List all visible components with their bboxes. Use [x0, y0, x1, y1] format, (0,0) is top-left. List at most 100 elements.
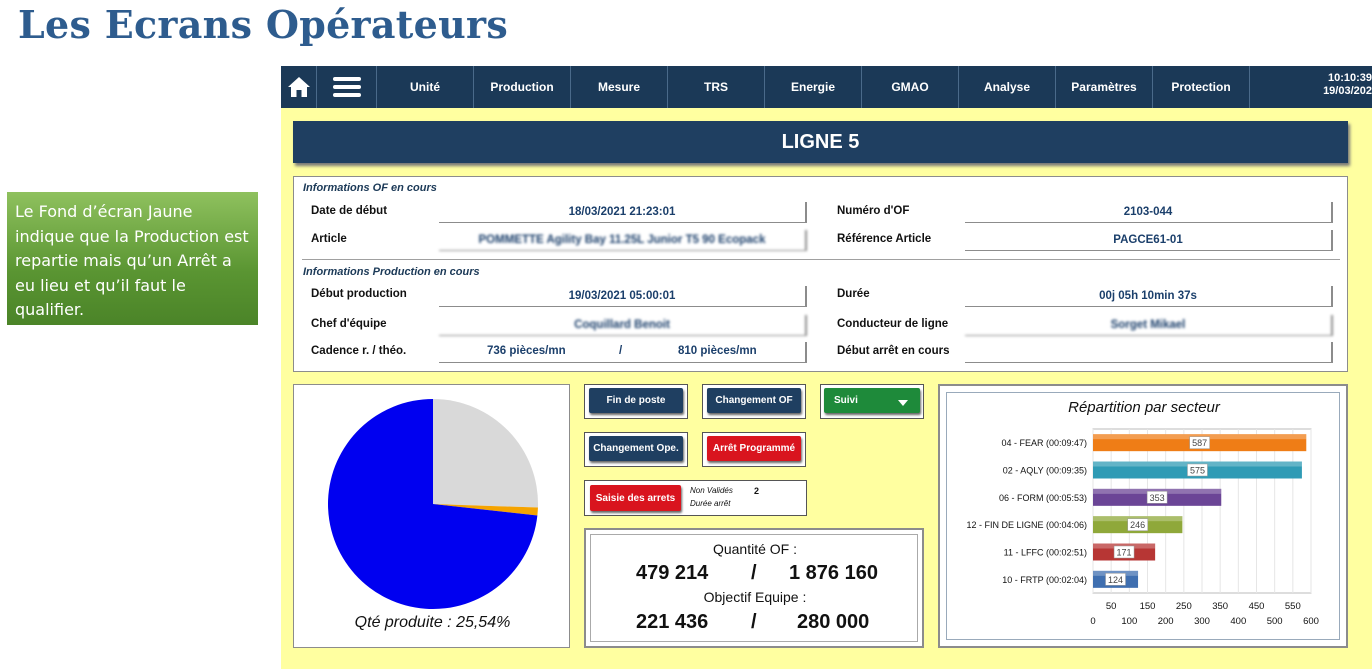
duree-label: Durée: [837, 288, 870, 300]
date-debut-label: Date de début: [311, 205, 388, 217]
ref-article-label: Référence Article: [837, 233, 932, 245]
debut-prod-label: Début production: [311, 288, 407, 300]
debut-arret-value: [965, 342, 1333, 363]
prod-section-title: Informations Production en cours: [303, 266, 480, 278]
data-label: 353: [1150, 493, 1165, 503]
sector-bar-chart: 04 - FEAR (00:09:47) 587 02 - AQLY (00:09:…: [966, 428, 1319, 627]
x-tick-label: 0: [1090, 616, 1095, 627]
tab-mesure[interactable]: Mesure: [571, 66, 668, 108]
tab-unite[interactable]: Unité: [377, 66, 474, 108]
slide-title: Les Ecrans Opérateurs: [18, 2, 509, 47]
duree-arret-label: Durée arrêt: [690, 499, 731, 508]
chef-equipe-value: Coquillard Benoit: [439, 315, 807, 336]
arret-programme-button[interactable]: Arrêt Programmé: [707, 436, 801, 461]
cadence-reelle: 736 pièces/mn: [487, 345, 566, 357]
x-tick-label: 100: [1121, 616, 1137, 627]
operator-screen: Unité Production Mesure TRS Energie GMAO…: [281, 66, 1372, 669]
cadence-label: Cadence r. / théo.: [311, 345, 407, 357]
tab-production[interactable]: Production: [474, 66, 571, 108]
changement-of-button[interactable]: Changement OF: [707, 388, 801, 413]
data-label: 246: [1130, 520, 1145, 530]
clock: 10:10:39 19/03/202: [1250, 66, 1372, 108]
category-label: 04 - FEAR (00:09:47): [1001, 438, 1087, 448]
hamburger-menu-icon: [332, 77, 361, 97]
cadence-separator: /: [619, 345, 623, 357]
sector-chart-inner: Répartition par secteur 04 - FEAR (00:09…: [946, 392, 1340, 640]
debut-arret-label: Début arrêt en cours: [837, 345, 950, 357]
non-valides-count: 2: [754, 486, 760, 496]
x-tick-label: 250: [1176, 601, 1192, 612]
data-label: 124: [1108, 575, 1123, 585]
objectif-total: 280 000: [797, 611, 870, 633]
fin-de-poste-button[interactable]: Fin de poste: [589, 388, 683, 413]
tab-trs[interactable]: TRS: [668, 66, 765, 108]
pie-caption: Qté produite : 25,54%: [354, 614, 511, 631]
quantite-of-separator: /: [751, 562, 757, 584]
numero-of-label: Numéro d'OF: [837, 205, 910, 217]
duree-value: 00j 05h 10min 37s: [965, 286, 1333, 307]
saisie-arrets-button[interactable]: Saisie des arrets: [590, 485, 681, 511]
conducteur-label: Conducteur de ligne: [837, 318, 949, 330]
info-panel: Informations OF en cours Date de début 1…: [293, 176, 1348, 372]
category-label: 10 - FRTP (00:02:04): [1002, 575, 1087, 585]
quantity-inner: Quantité OF : 479 214 / 1 876 160 Object…: [590, 534, 918, 642]
x-tick-label: 300: [1194, 616, 1210, 627]
home-button[interactable]: [281, 66, 317, 108]
article-label: Article: [311, 233, 347, 245]
x-tick-label: 550: [1285, 601, 1301, 612]
caret-down-icon: [898, 400, 908, 406]
ref-article-value: PAGCE61-01: [965, 230, 1333, 251]
quantite-of-label: Quantité OF :: [712, 541, 798, 557]
quantite-of-done: 479 214: [636, 562, 709, 584]
home-icon: [287, 77, 310, 97]
section-divider: [302, 259, 1340, 260]
x-tick-label: 200: [1158, 616, 1174, 627]
quantity-panel: Quantité OF : 479 214 / 1 876 160 Object…: [584, 528, 924, 648]
objectif-equipe-label: Objectif Equipe :: [703, 589, 807, 605]
non-valides-label: Non Validés: [690, 486, 733, 495]
tab-protection[interactable]: Protection: [1153, 66, 1250, 108]
category-label: 11 - LFFC (00:02:51): [1004, 548, 1087, 558]
date-debut-value: 18/03/2021 21:23:01: [439, 202, 807, 223]
objectif-done: 221 436: [636, 611, 709, 633]
suivi-dropdown-button[interactable]: Suivi: [824, 388, 920, 413]
x-tick-label: 400: [1230, 616, 1246, 627]
category-label: 02 - AQLY (00:09:35): [1003, 466, 1087, 476]
tab-parametres[interactable]: Paramètres: [1056, 66, 1153, 108]
x-tick-label: 150: [1140, 601, 1156, 612]
saisie-arrets-box: Saisie des arrets Non Validés 2 Durée ar…: [584, 480, 807, 516]
debut-prod-value: 19/03/2021 05:00:01: [439, 286, 807, 307]
data-label: 587: [1192, 438, 1207, 448]
category-label: 12 - FIN DE LIGNE (00:04:06): [966, 520, 1087, 530]
of-section-title: Informations OF en cours: [303, 182, 437, 194]
production-pie-panel: Qté produite : 25,54%: [293, 384, 570, 648]
line-title-banner: LIGNE 5: [293, 121, 1348, 163]
objectif-separator: /: [751, 611, 757, 633]
pie-slice-produit: [433, 399, 538, 508]
tab-energie[interactable]: Energie: [765, 66, 862, 108]
data-label: 575: [1190, 466, 1205, 476]
chef-equipe-label: Chef d'équipe: [311, 318, 387, 330]
sector-chart-panel: Répartition par secteur 04 - FEAR (00:09…: [938, 384, 1348, 648]
top-nav-bar: Unité Production Mesure TRS Energie GMAO…: [281, 66, 1372, 108]
x-tick-label: 350: [1212, 601, 1228, 612]
quantite-of-total: 1 876 160: [789, 562, 878, 584]
category-label: 06 - FORM (00:05:53): [999, 493, 1087, 503]
changement-ope-button[interactable]: Changement Ope.: [589, 436, 683, 461]
tab-analyse[interactable]: Analyse: [959, 66, 1056, 108]
x-tick-label: 450: [1249, 601, 1265, 612]
suivi-label: Suivi: [834, 395, 858, 406]
callout-note: Le Fond d’écran Jaune indique que la Pro…: [7, 192, 258, 325]
article-value: POMMETTE Agility Bay 11.25L Junior T5 90…: [439, 230, 807, 251]
tab-gmao[interactable]: GMAO: [862, 66, 959, 108]
clock-date: 19/03/202: [1323, 85, 1372, 97]
conducteur-value: Sorget Mikael: [965, 315, 1333, 336]
production-pie-chart: [328, 399, 538, 609]
numero-of-value: 2103-044: [965, 202, 1333, 223]
x-tick-label: 50: [1106, 601, 1117, 612]
x-tick-label: 600: [1303, 616, 1319, 627]
cadence-theorique: 810 pièces/mn: [678, 345, 757, 357]
x-tick-label: 500: [1267, 616, 1283, 627]
menu-button[interactable]: [317, 66, 377, 108]
data-label: 171: [1117, 548, 1132, 558]
